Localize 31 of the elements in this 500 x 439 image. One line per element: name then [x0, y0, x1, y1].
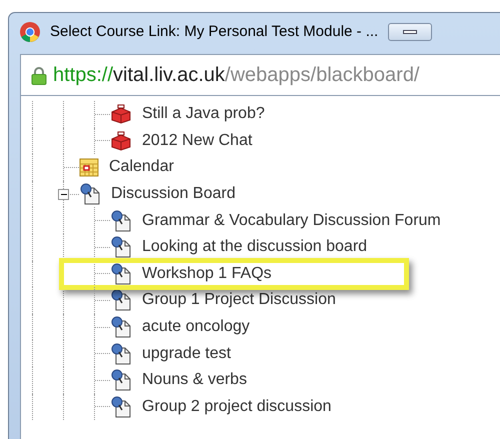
tree-item-label[interactable]: Calendar: [109, 155, 174, 180]
toolbox-icon: [110, 130, 132, 151]
tree-item-label[interactable]: Still a Java prob?: [142, 102, 265, 126]
pinned-note-icon: [110, 262, 132, 285]
pinned-note-icon: [110, 316, 132, 338]
tree-item-label[interactable]: Workshop 1 FAQs: [142, 262, 272, 286]
chrome-logo-icon: [19, 21, 41, 43]
window-title: Select Course Link: My Personal Test Module - ...: [50, 22, 378, 42]
pinned-note-icon: [110, 289, 132, 312]
pinned-note-icon: [79, 183, 101, 206]
tree-item-label[interactable]: 2012 New Chat: [142, 128, 252, 153]
tree-item-label[interactable]: Group 1 Project Discussion: [142, 288, 336, 312]
minimize-button[interactable]: [388, 23, 432, 41]
calendar-icon: [79, 157, 99, 178]
lock-icon: [31, 66, 47, 84]
pinned-note-icon: [110, 396, 132, 418]
url-text: https://vital.liv.ac.uk/webapps/blackboard/: [53, 63, 420, 88]
tree-item-label[interactable]: Looking at the discussion board: [142, 235, 368, 260]
pinned-note-icon: [110, 210, 132, 232]
tree-item-label[interactable]: Discussion Board: [111, 182, 236, 206]
tree-item-label[interactable]: upgrade test: [142, 342, 231, 366]
tree-item-label[interactable]: Nouns & verbs: [142, 368, 247, 392]
tree-item-label[interactable]: Group 2 project discussion: [142, 394, 332, 419]
tree-item-label[interactable]: acute oncology: [142, 315, 250, 340]
pinned-note-icon: [110, 342, 132, 365]
pinned-note-icon: [110, 236, 132, 258]
toolbox-icon: [110, 104, 132, 124]
pinned-note-icon: [110, 369, 132, 392]
tree-item-label[interactable]: Grammar & Vocabulary Discussion Forum: [142, 208, 441, 233]
collapse-toggle[interactable]: [58, 188, 69, 200]
address-bar[interactable]: https://vital.liv.ac.uk/webapps/blackboard/: [20, 54, 500, 96]
